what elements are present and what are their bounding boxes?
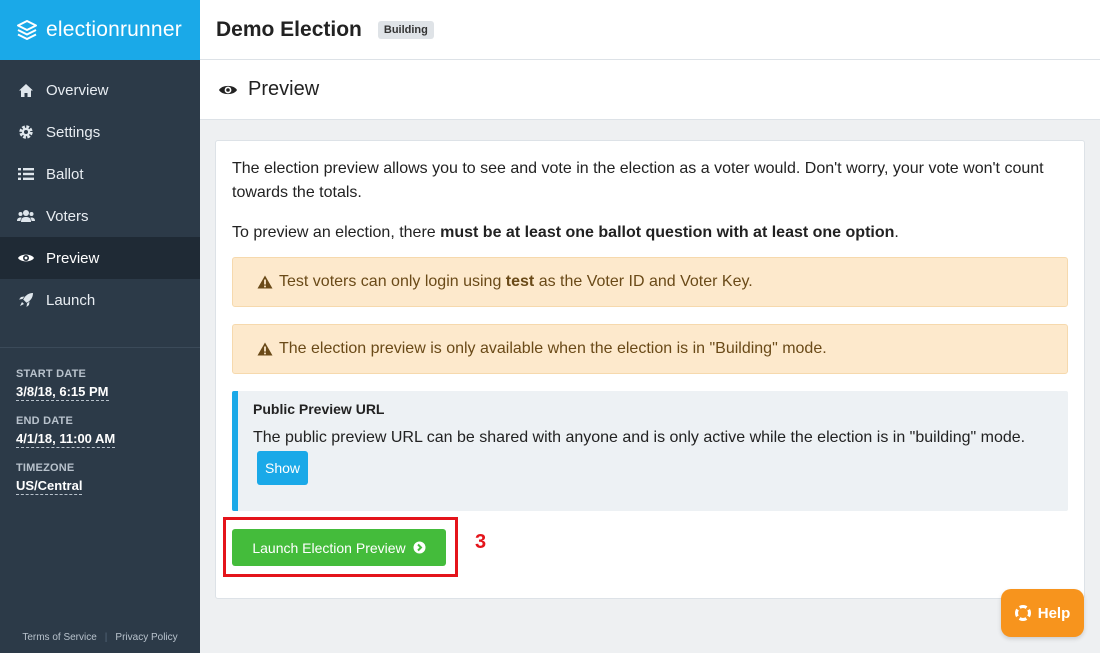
lifebuoy-icon <box>1014 605 1031 621</box>
launch-button-label: Launch Election Preview <box>252 539 406 556</box>
sidebar: electionrunner Overview Settings Ballot … <box>0 0 200 653</box>
warning-text: The election preview is only available w… <box>279 340 827 357</box>
help-label: Help <box>1037 604 1071 622</box>
sidebar-item-voters[interactable]: Voters <box>0 195 200 237</box>
list-icon <box>16 167 36 181</box>
sidebar-footer: Terms of Service | Privacy Policy <box>0 632 200 643</box>
page-title: Preview <box>248 78 320 100</box>
sidebar-item-label: Launch <box>46 291 96 309</box>
sidebar-item-launch[interactable]: Launch <box>0 279 200 321</box>
end-date-label: END DATE <box>16 415 74 427</box>
status-badge: Building <box>377 20 434 39</box>
privacy-link[interactable]: Privacy Policy <box>107 632 185 643</box>
requirement-text: To preview an election, there must be at… <box>232 224 899 241</box>
sidebar-item-label: Ballot <box>46 165 84 183</box>
warning-icon <box>257 275 273 289</box>
chevron-circle-right-icon <box>413 541 426 554</box>
end-date-value[interactable]: 4/1/18, 11:00 AM <box>16 431 116 448</box>
callout-text: The public preview URL can be shared wit… <box>253 425 1052 485</box>
top-header: Demo Election Building <box>200 0 1100 60</box>
sidebar-item-ballot[interactable]: Ballot <box>0 153 200 195</box>
brand-logo[interactable]: electionrunner <box>0 0 200 60</box>
home-icon <box>16 83 36 98</box>
page-header: Preview <box>200 60 1100 120</box>
sidebar-item-label: Voters <box>46 207 89 225</box>
warning-text: Test voters can only login using test as… <box>279 273 753 290</box>
sidebar-item-settings[interactable]: Settings <box>0 111 200 153</box>
step-annotation: 3 <box>475 531 487 553</box>
warning-icon <box>257 342 273 356</box>
sidebar-item-label: Settings <box>46 123 101 141</box>
users-icon <box>16 209 36 223</box>
gear-icon <box>16 124 36 140</box>
help-button[interactable]: Help <box>1001 589 1084 637</box>
sidebar-nav: Overview Settings Ballot Voters Preview … <box>0 69 200 321</box>
start-date-label: START DATE <box>16 368 87 380</box>
election-title: Demo Election <box>216 17 362 41</box>
building-mode-warning: The election preview is only available w… <box>232 324 1068 374</box>
sidebar-item-preview[interactable]: Preview <box>0 237 200 279</box>
eye-icon <box>218 83 238 97</box>
eye-icon <box>16 252 36 264</box>
timezone-label: TIMEZONE <box>16 462 75 474</box>
terms-link[interactable]: Terms of Service <box>14 632 104 643</box>
timezone-value[interactable]: US/Central <box>16 478 83 495</box>
test-voter-warning: Test voters can only login using test as… <box>232 257 1068 307</box>
sidebar-item-label: Overview <box>46 81 109 99</box>
launch-preview-button[interactable]: Launch Election Preview <box>232 529 446 566</box>
logo-layers-icon <box>16 19 38 41</box>
sidebar-item-label: Preview <box>46 249 100 267</box>
rocket-icon <box>16 292 36 308</box>
brand-name: electionrunner <box>46 18 182 41</box>
sidebar-item-overview[interactable]: Overview <box>0 69 200 111</box>
start-date-value[interactable]: 3/8/18, 6:15 PM <box>16 384 109 401</box>
show-url-button[interactable]: Show <box>257 451 309 485</box>
public-preview-callout: Public Preview URL The public preview UR… <box>232 391 1068 511</box>
intro-text: The election preview allows you to see a… <box>232 160 1044 201</box>
callout-title: Public Preview URL <box>253 401 385 417</box>
election-meta: START DATE 3/8/18, 6:15 PM END DATE 4/1/… <box>0 348 200 495</box>
